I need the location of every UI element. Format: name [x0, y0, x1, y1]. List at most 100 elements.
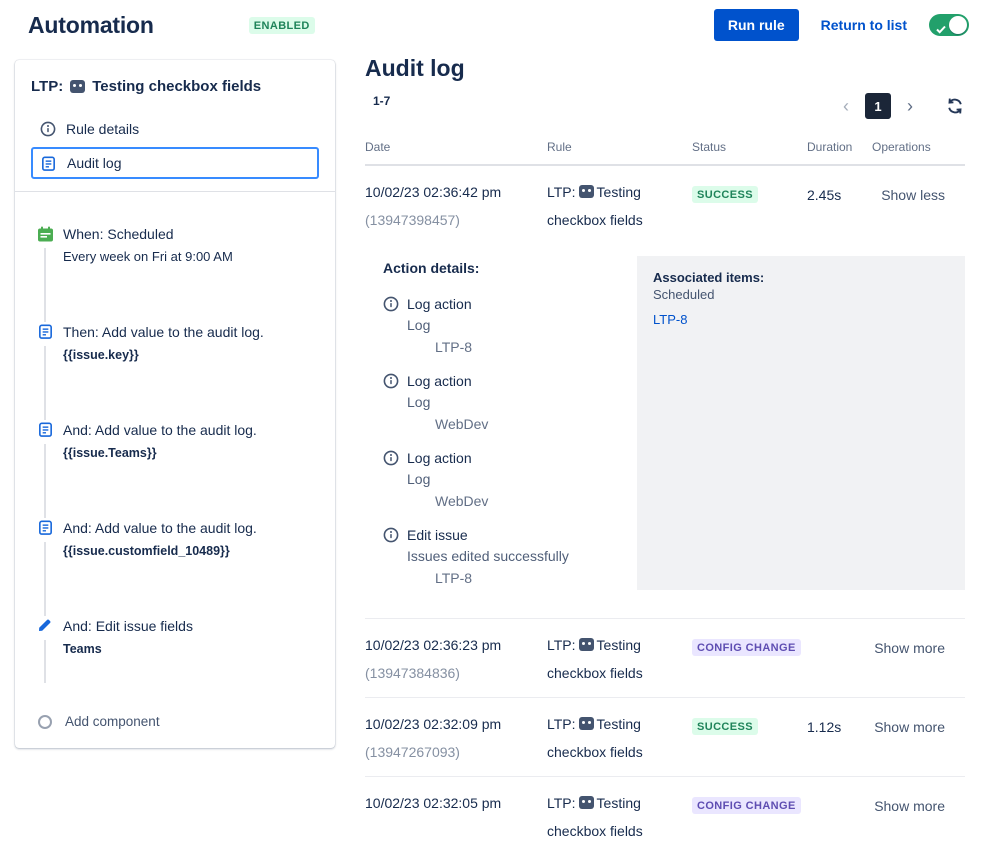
action-value: WebDev	[435, 416, 489, 432]
rule-enabled-toggle[interactable]	[929, 14, 969, 36]
row-id: (13947384836)	[365, 665, 460, 681]
rule-component-chain: When: Scheduled Every week on Fri at 9:0…	[31, 224, 319, 729]
audit-log-icon	[42, 156, 55, 171]
robot-icon	[578, 638, 594, 651]
sidebar-item-label: Rule details	[66, 121, 140, 137]
column-rule: Rule	[547, 140, 572, 154]
column-operations: Operations	[872, 140, 931, 154]
component-subtitle: {{issue.Teams}}	[63, 446, 157, 460]
action-title: Log action	[407, 296, 472, 312]
enabled-badge: ENABLED	[248, 16, 315, 34]
add-component-button[interactable]: Add component	[31, 714, 319, 729]
audit-log-panel: Audit log 1-7 ‹ 1 › Date Rule Status Dur…	[365, 55, 965, 855]
action-title: Edit issue	[407, 527, 468, 543]
audit-table-header: Date Rule Status Duration Operations	[365, 132, 965, 166]
action-title: Log action	[407, 373, 472, 389]
topbar: Automation ENABLED Run rule Return to li…	[0, 0, 999, 50]
row-duration: 2.45s	[807, 187, 842, 203]
column-duration: Duration	[807, 140, 853, 154]
action-value: WebDev	[435, 493, 489, 509]
audit-log-icon	[35, 322, 55, 346]
action-details-heading: Action details:	[383, 260, 480, 276]
action-item: Log action Log LTP-8	[383, 294, 627, 358]
refresh-icon[interactable]	[945, 96, 965, 116]
row-date: 10/02/23 02:36:23 pm	[365, 637, 502, 653]
pencil-icon	[35, 616, 55, 640]
row-rule: LTP: Testing checkbox fields	[547, 184, 643, 228]
action-item: Log action Log WebDev	[383, 371, 627, 435]
row-id: (13947267093)	[365, 744, 460, 760]
rule-name: Testing checkbox fields	[92, 78, 262, 95]
info-icon	[383, 296, 399, 312]
run-rule-button[interactable]: Run rule	[713, 9, 799, 41]
info-icon	[383, 373, 399, 389]
associated-items-panel: Associated items: Scheduled LTP-8	[637, 256, 965, 590]
component-and-audit-log[interactable]: And: Add value to the audit log. {{issue…	[31, 420, 319, 468]
status-badge: SUCCESS	[692, 186, 758, 203]
calendar-icon	[35, 224, 55, 248]
sidebar-item-rule-details[interactable]: Rule details	[31, 113, 319, 145]
row-id: (13947398457)	[365, 212, 460, 228]
audit-log-icon	[35, 420, 55, 444]
component-title: And: Add value to the audit log.	[63, 520, 257, 536]
column-date: Date	[365, 140, 391, 154]
status-badge: CONFIG CHANGE	[692, 797, 801, 814]
prev-page-button[interactable]: ‹	[833, 93, 859, 119]
action-value: LTP-8	[435, 339, 473, 355]
show-more-button[interactable]: Show more	[872, 710, 965, 766]
row-duration	[807, 789, 872, 845]
action-value: LTP-8	[435, 570, 473, 586]
info-icon	[40, 121, 56, 137]
component-title: Then: Add value to the audit log.	[63, 324, 264, 340]
component-subtitle: Teams	[63, 642, 102, 656]
audit-log-icon	[35, 518, 55, 542]
show-more-button[interactable]: Show more	[872, 631, 965, 687]
component-subtitle: Every week on Fri at 9:00 AM	[63, 249, 233, 264]
action-line: Log	[407, 394, 431, 410]
column-status: Status	[692, 140, 727, 154]
row-rule: LTP: Testing checkbox fields	[547, 716, 643, 760]
component-and-edit-issue[interactable]: And: Edit issue fields Teams	[31, 616, 319, 664]
topbar-actions: Run rule Return to list	[713, 9, 969, 41]
action-item: Edit issue Issues edited successfully LT…	[383, 525, 627, 589]
info-icon	[383, 450, 399, 466]
pagination: ‹ 1 ›	[833, 93, 965, 119]
status-badge: SUCCESS	[692, 718, 758, 735]
check-icon	[936, 21, 946, 39]
associated-trigger: Scheduled	[653, 287, 715, 302]
add-component-circle-icon	[38, 714, 52, 729]
audit-log-title: Audit log	[365, 55, 465, 81]
robot-icon	[70, 80, 86, 93]
row-date: 10/02/23 02:32:05 pm	[365, 795, 502, 811]
show-more-button[interactable]: Show more	[872, 789, 965, 845]
row-duration: 1.12s	[807, 719, 842, 735]
return-to-list-link[interactable]: Return to list	[821, 17, 907, 33]
row-duration	[807, 631, 872, 687]
component-trigger-scheduled[interactable]: When: Scheduled Every week on Fri at 9:0…	[31, 224, 319, 272]
action-line: Issues edited successfully	[407, 548, 569, 564]
action-title: Log action	[407, 450, 472, 466]
audit-row: 10/02/23 02:36:23 pm (13947384836) LTP: T…	[365, 618, 965, 697]
component-title: When: Scheduled	[63, 226, 174, 242]
info-icon	[383, 527, 399, 543]
next-page-button[interactable]: ›	[897, 93, 923, 119]
audit-row: 10/02/23 02:36:42 pm (13947398457) LTP: T…	[365, 166, 965, 244]
sidebar-item-audit-log[interactable]: Audit log	[31, 147, 319, 179]
component-and-audit-log[interactable]: And: Add value to the audit log. {{issue…	[31, 518, 319, 566]
sidebar-item-label: Audit log	[67, 155, 122, 171]
associated-issue-link[interactable]: LTP-8	[653, 312, 949, 327]
row-rule: LTP: Testing checkbox fields	[547, 795, 643, 839]
current-page-button[interactable]: 1	[865, 93, 891, 119]
audit-row-details: Action details: Log action Log LTP-8 Log…	[365, 254, 965, 602]
action-line: Log	[407, 471, 431, 487]
rule-sidebar: LTP: Testing checkbox fields Rule detail…	[15, 60, 335, 748]
action-line: Log	[407, 317, 431, 333]
rule-key: LTP:	[31, 78, 64, 95]
divider	[15, 191, 335, 192]
associated-items-heading: Associated items:	[653, 270, 765, 285]
component-then-audit-log[interactable]: Then: Add value to the audit log. {{issu…	[31, 322, 319, 370]
show-less-button[interactable]: Show less	[872, 178, 965, 234]
rule-title: LTP: Testing checkbox fields	[31, 78, 319, 95]
row-rule: LTP: Testing checkbox fields	[547, 637, 643, 681]
component-title: And: Edit issue fields	[63, 618, 193, 634]
